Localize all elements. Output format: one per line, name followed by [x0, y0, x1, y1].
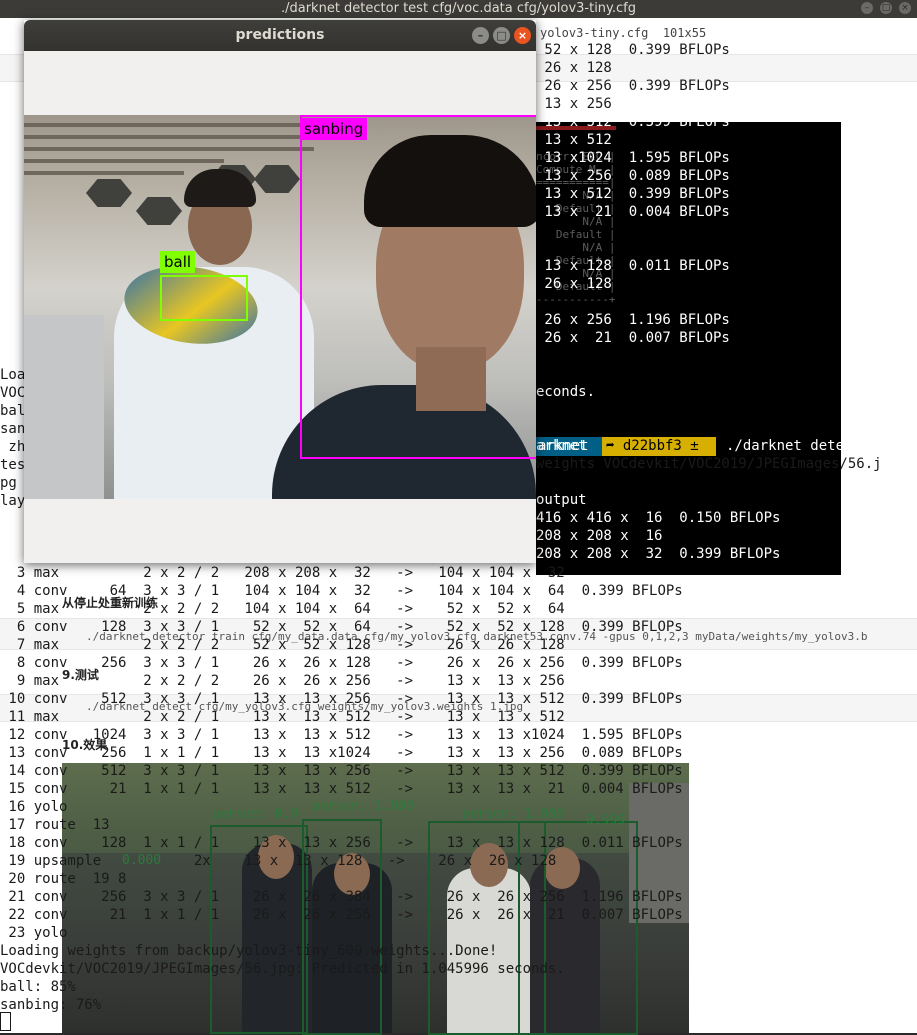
terminal-line: 13 x 21 0.004 BFLOPs: [536, 204, 730, 220]
terminal-line: sanbing: 76%: [0, 997, 102, 1013]
terminal-line: 26 x 128: [536, 276, 612, 292]
terminal-line: VOCdevkit/VOC2019/JPEGImages/56.jpg: Pre…: [0, 961, 565, 977]
terminal-line: 13 x 512: [536, 132, 612, 148]
close-icon[interactable]: ×: [514, 27, 531, 44]
terminal-line: weights VOCdevkit/VOC2019/JPEGImages/56.…: [536, 456, 882, 472]
terminal-line: 4 conv 64 3 x 3 / 1 104 x 104 x 32 -> 10…: [0, 583, 683, 599]
predictions-titlebar[interactable]: predictions – □ ×: [24, 20, 536, 51]
terminal-titlebar: ./darknet detector test cfg/voc.data cfg…: [0, 0, 917, 18]
terminal-line: 13 x 256: [536, 96, 612, 112]
minimize-icon[interactable]: –: [861, 2, 873, 14]
detection-label: person: 1.000: [462, 807, 564, 822]
terminal-line: 13 x1024 1.595 BFLOPs: [536, 150, 730, 166]
terminal-line: 26 x 256 1.196 BFLOPs: [536, 312, 730, 328]
predictions-window: predictions – □ × sanbing ball: [24, 20, 536, 563]
prediction-label-sanbing: sanbing: [300, 118, 368, 140]
ceiling-light: [254, 165, 300, 193]
detection-label: person: 0.9: [212, 807, 299, 822]
close-icon[interactable]: ×: [899, 2, 911, 14]
prompt-git-segment: ➦ d22bbf3 ±: [602, 437, 716, 456]
terminal-line: 9 max 2 x 2 / 2 26 x 26 x 256 -> 13 x 13…: [0, 673, 565, 689]
terminal-cursor: [0, 1012, 11, 1031]
ceiling-light: [136, 197, 182, 225]
terminal-line: 8 conv 256 3 x 3 / 1 26 x 26 x 128 -> 26…: [0, 655, 683, 671]
terminal-line: 26 x 128: [536, 60, 612, 76]
terminal-line: 16 yolo: [0, 799, 68, 815]
terminal-line: 10 conv 512 3 x 3 / 1 13 x 13 x 256 -> 1…: [0, 691, 683, 707]
terminal-line: 52 x 128 0.399 BFLOPs: [536, 42, 730, 58]
terminal-line: 19 upsample 2x 13 x 13 x 128 -> 26 x 26 …: [0, 853, 557, 869]
terminal-line: 11 max 2 x 2 / 1 13 x 13 x 512 -> 13 x 1…: [0, 709, 565, 725]
terminal-line: 21 conv 256 3 x 3 / 1 26 x 26 x 384 -> 2…: [0, 889, 683, 905]
terminal-line: 26 x 256 0.399 BFLOPs: [536, 78, 730, 94]
terminal-line: 13 x 128 0.011 BFLOPs: [536, 258, 730, 274]
terminal-line: 20 route 19 8: [0, 871, 127, 887]
prediction-label-ball: ball: [160, 251, 196, 273]
prediction-photo: sanbing ball: [24, 115, 536, 499]
wall-panel: [24, 315, 104, 499]
ceiling-light: [86, 179, 132, 207]
prediction-box-sanbing: [300, 115, 536, 459]
detection-label: person: 1.000: [312, 799, 414, 814]
terminal-line: output: [536, 492, 587, 508]
terminal-line: 13 x 256 0.089 BFLOPs: [536, 168, 730, 184]
terminal-line: 6 conv 128 3 x 3 / 1 52 x 52 x 64 -> 52 …: [0, 619, 683, 635]
terminal-line: 14 conv 512 3 x 3 / 1 13 x 13 x 256 -> 1…: [0, 763, 683, 779]
terminal-line: 15 conv 21 1 x 1 / 1 13 x 13 x 512 -> 13…: [0, 781, 683, 797]
minimize-icon[interactable]: –: [472, 27, 489, 44]
terminal-line: 13 x 512 0.399 BFLOPs: [536, 186, 730, 202]
terminal-line: 416 x 416 x 16 0.150 BFLOPs: [536, 510, 781, 526]
terminal-line: 208 x 208 x 32 0.399 BFLOPs: [536, 546, 781, 562]
terminal-line: 5 max 2 x 2 / 2 104 x 104 x 64 -> 52 x 5…: [0, 601, 565, 617]
terminal-line: econds.: [536, 384, 596, 400]
terminal-line: Loading weights from backup/yolov3-tiny_…: [0, 943, 498, 959]
terminal-line: 12 conv 1024 3 x 3 / 1 13 x 13 x 512 -> …: [0, 727, 683, 743]
maximize-icon[interactable]: □: [493, 27, 510, 44]
tab-caption: yolov3-tiny.cfg 101x55: [540, 26, 707, 40]
prediction-box-ball: [160, 275, 248, 321]
terminal-line: 3 max 2 x 2 / 2 208 x 208 x 32 -> 104 x …: [0, 565, 565, 581]
terminal-line: 13 x 512 0.399 BFLOPs: [536, 114, 730, 130]
terminal-line: 7 max 2 x 2 / 2 52 x 52 x 128 -> 26 x 26…: [0, 637, 565, 653]
terminal-title: ./darknet detector test cfg/voc.data cfg…: [280, 1, 636, 16]
predictions-canvas: sanbing ball: [24, 51, 536, 563]
detection-label: 0.999: [586, 813, 626, 828]
terminal-line: arknet: [536, 438, 587, 454]
terminal-line: 208 x 208 x 16: [536, 528, 663, 544]
terminal-line: 26 x 21 0.007 BFLOPs: [536, 330, 730, 346]
terminal-line: ball: 85%: [0, 979, 76, 995]
prompt-command: ./darknet detector t: [726, 438, 895, 454]
terminal-line: 23 yolo: [0, 925, 68, 941]
predictions-title: predictions: [235, 27, 325, 43]
terminal-line: 17 route 13: [0, 817, 110, 833]
terminal-line: 22 conv 21 1 x 1 / 1 26 x 26 x 256 -> 26…: [0, 907, 683, 923]
terminal-line: 18 conv 128 1 x 1 / 1 13 x 13 x 256 -> 1…: [0, 835, 683, 851]
terminal-line: 13 conv 256 1 x 1 / 1 13 x 13 x1024 -> 1…: [0, 745, 683, 761]
maximize-icon[interactable]: □: [880, 2, 892, 14]
